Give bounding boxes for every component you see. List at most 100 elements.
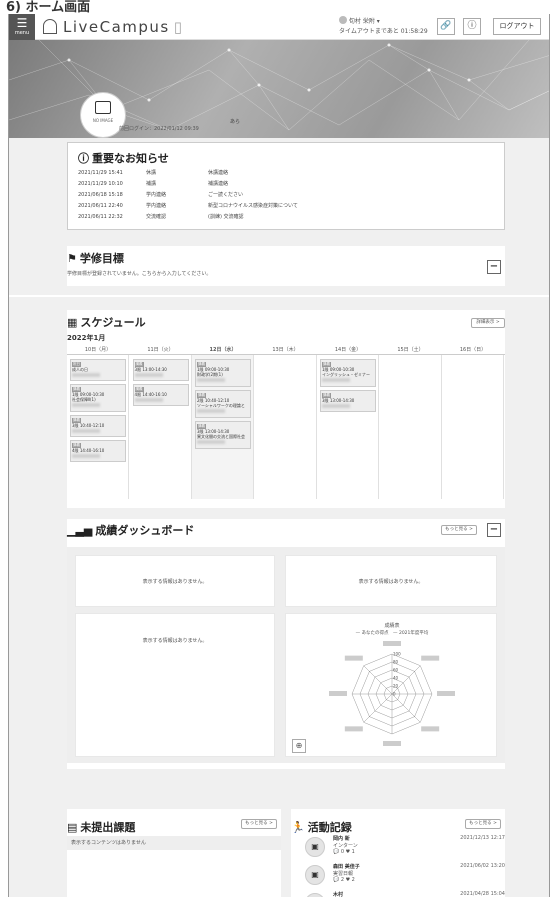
event-name: ソーシャルワークの理論と bbox=[197, 403, 245, 408]
notice-category: 学内連絡 bbox=[146, 192, 167, 198]
redacted-text bbox=[72, 403, 100, 407]
notice-row[interactable]: 2021/06/11 22:40 学内連絡 新型コロナウイルス感染症対策について bbox=[78, 202, 498, 209]
notice-text: 休講連絡 bbox=[208, 170, 229, 176]
menu-button[interactable]: ☰ menu bbox=[9, 14, 35, 40]
notice-category: 補講 bbox=[146, 181, 157, 187]
activity-log: 🏃 活動記録 もっと見る > ▣ 岡内 新インターン 💬 0 ♥ 1 2021/12/1… bbox=[291, 809, 505, 897]
event-name: 異文化間の交流と国際社会 bbox=[197, 434, 245, 439]
redacted-text bbox=[134, 398, 163, 402]
radar-axis-label-redacted bbox=[329, 691, 347, 696]
dashboard-title: ▁▃▅ 成績ダッシュボード bbox=[67, 524, 195, 537]
redacted-text bbox=[197, 440, 225, 444]
schedule-day: 14日（金） 講義 1限 09:00-10:30 イングリッシュ・ゼミナー 講義 3限 1… bbox=[317, 347, 379, 499]
dashboard-more-button[interactable]: もっと見る > bbox=[441, 525, 477, 535]
event-time: 4限 14:40-16:10 bbox=[134, 392, 167, 397]
pending-title: ▤ 未提出課題 bbox=[67, 821, 136, 834]
timeout-text: タイムアウトまであと 01:58:29 bbox=[339, 28, 428, 35]
last-login: 前回ログイン：2022/01/12 09:39 bbox=[119, 126, 199, 132]
running-person-icon: 🏃 bbox=[291, 821, 305, 834]
day-label: 13日（木） bbox=[272, 347, 299, 353]
radar-tick-label: 40 bbox=[393, 676, 399, 681]
activity-user: 木村 bbox=[333, 892, 344, 897]
link-button[interactable]: 🔗 bbox=[437, 18, 455, 35]
event-time: 成人の日 bbox=[72, 367, 88, 372]
activity-date: 2021/04/28 15:04 bbox=[460, 891, 505, 897]
radar-axis-label-redacted bbox=[421, 655, 440, 661]
zoom-button[interactable]: ⊕ bbox=[292, 739, 306, 753]
schedule-event[interactable]: 講義 4限 14:40-16:10 bbox=[70, 440, 126, 462]
schedule-event[interactable]: 講義 3限 13:00-14:30 異文化間の交流と国際社会 bbox=[195, 421, 251, 449]
activity-item[interactable]: ▣ 森田 美佳子 実習日報 💬 2 ♥ 2 2021/06/02 13:20 bbox=[305, 863, 505, 889]
schedule-event[interactable]: 講義 1限 09:00-10:30 イングリッシュ・ゼミナー bbox=[320, 359, 376, 387]
event-name: イングリッシュ・ゼミナー bbox=[322, 372, 370, 377]
event-time: 3限 10:40-12:10 bbox=[72, 423, 105, 428]
activity-more-button[interactable]: もっと見る > bbox=[465, 819, 501, 829]
pending-more-button[interactable]: もっと見る > bbox=[241, 819, 277, 829]
event-time: 4限 14:40-16:10 bbox=[72, 448, 105, 453]
bottom-panels: ▤ 未提出課題 もっと見る > 表示するコンテンツはありません 🏃 活動記録 もっと… bbox=[67, 809, 505, 897]
collapse-goal-button[interactable]: − bbox=[487, 260, 501, 274]
hamburger-icon: ☰ bbox=[16, 16, 28, 30]
dashboard-cell-1: 表示する情報はありません。 bbox=[75, 555, 275, 607]
schedule-event[interactable]: 講義 3限 13:00-14:30 bbox=[320, 390, 376, 412]
link-icon: 🔗 bbox=[440, 21, 452, 31]
notices-title: ⓘ 重要なお知らせ bbox=[78, 152, 169, 165]
notice-date: 2021/11/29 15:41 bbox=[78, 170, 123, 176]
camera-icon bbox=[95, 101, 111, 114]
notice-row[interactable]: 2021/06/11 22:32 交流確認 (訓練) 交流確認 bbox=[78, 213, 498, 220]
activity-item[interactable]: ▣ 木村 2021/04/28 15:04 bbox=[305, 891, 505, 897]
notice-row[interactable]: 2021/11/29 15:41 休講 休講連絡 bbox=[78, 169, 498, 176]
day-label: 11日（火） bbox=[147, 347, 174, 353]
schedule-event[interactable]: 講義 1限 09:00-10:30 社会保障Ⅱ(1) bbox=[70, 384, 126, 412]
radar-tick-label: 80 bbox=[393, 660, 399, 665]
activity-title: 🏃 活動記録 bbox=[291, 821, 352, 834]
schedule-day: 16日（日） bbox=[442, 347, 504, 499]
notice-row[interactable]: 2021/06/18 15:18 学内連絡 ご一読ください bbox=[78, 191, 498, 198]
schedule-event[interactable]: 講義 3限 13:00-14:30 bbox=[132, 359, 189, 381]
goal-message[interactable]: 学修目標が登録されていません。こちらから入力してください。 bbox=[67, 270, 211, 277]
schedule-panel: ▦ スケジュール 2022年1月 詳細表示 > 10日（月） 祝日 成人の日 講義 1限 … bbox=[67, 310, 505, 508]
important-notices: ⓘ 重要なお知らせ 2021/11/29 15:41 休講 休講連絡 2021/11/2… bbox=[67, 142, 505, 230]
grade-dashboard: ▁▃▅ 成績ダッシュボード もっと見る > − 表示する情報はありません。 表示す… bbox=[67, 519, 505, 769]
radar-axis-label-redacted bbox=[437, 691, 455, 696]
redacted-text bbox=[322, 404, 350, 408]
header: ☰ menu LiveCampus ▯ 旬村 栄附 ▾ タイムアウトまであと 01… bbox=[9, 14, 549, 40]
radar-axis-label-redacted bbox=[383, 641, 401, 646]
activity-date: 2021/12/13 12:17 bbox=[460, 835, 505, 841]
collapse-dashboard-button[interactable]: − bbox=[487, 523, 501, 537]
day-label: 10日（月） bbox=[84, 347, 112, 353]
app-logo[interactable]: LiveCampus ▯ bbox=[43, 18, 184, 36]
schedule-event[interactable]: 講義 3限 10:40-12:10 bbox=[70, 415, 126, 437]
notice-category: 学内連絡 bbox=[146, 203, 167, 209]
event-time: 3限 13:00-14:30 bbox=[134, 367, 167, 372]
schedule-day: 11日（火） 講義 3限 13:00-14:30 講義 4限 14:40-16:10 bbox=[130, 347, 192, 499]
magnifier-icon: ⊕ bbox=[295, 741, 303, 750]
redacted-text bbox=[322, 378, 350, 382]
schedule-event[interactable]: 講義 1限 09:00-10:30 財政学(2期(1) bbox=[195, 359, 251, 387]
logout-button[interactable]: ログアウト bbox=[493, 18, 541, 35]
document-icon: ▤ bbox=[67, 821, 78, 834]
schedule-event[interactable]: 講義 2限 10:40-12:10 ソーシャルワークの理論と bbox=[195, 390, 251, 418]
event-time: 3限 13:00-14:30 bbox=[322, 398, 355, 403]
schedule-detail-button[interactable]: 詳細表示 > bbox=[471, 318, 505, 328]
schedule-day: 13日（木） bbox=[255, 347, 317, 499]
info-button[interactable]: ⓘ bbox=[463, 18, 481, 35]
schedule-day: 10日（月） 祝日 成人の日講義 1限 09:00-10:30 社会保障Ⅱ(1) 講義 3限… bbox=[67, 347, 129, 499]
notice-text: 補講連絡 bbox=[208, 181, 229, 187]
schedule-month: 2022年1月 bbox=[67, 334, 106, 342]
activity-item[interactable]: ▣ 岡内 新インターン 💬 0 ♥ 1 2021/12/13 12:17 bbox=[305, 835, 505, 861]
alert-circle-icon: ⓘ bbox=[78, 152, 89, 165]
radar-tick-label: 100 bbox=[393, 652, 401, 657]
photo-icon: ▣ bbox=[311, 870, 319, 879]
day-label: 16日（日） bbox=[459, 347, 487, 353]
schedule-event[interactable]: 祝日 成人の日 bbox=[70, 359, 126, 381]
radar-chart: 100806040200 bbox=[329, 641, 455, 746]
schedule-day: 12日（水） 講義 1限 09:00-10:30 財政学(2期(1) 講義 2限 10:4… bbox=[192, 347, 254, 499]
schedule-event[interactable]: 講義 4限 14:40-16:10 bbox=[132, 384, 189, 406]
photo-icon: ▣ bbox=[311, 842, 319, 851]
redacted-text bbox=[72, 454, 100, 458]
user-menu[interactable]: 旬村 栄附 ▾ タイムアウトまであと 01:58:29 bbox=[339, 16, 428, 37]
notice-row[interactable]: 2021/11/29 10:10 補講 補講連絡 bbox=[78, 180, 498, 187]
day-label: 15日（土） bbox=[397, 347, 424, 353]
goal-title: ⚑ 学修目標 bbox=[67, 252, 124, 265]
